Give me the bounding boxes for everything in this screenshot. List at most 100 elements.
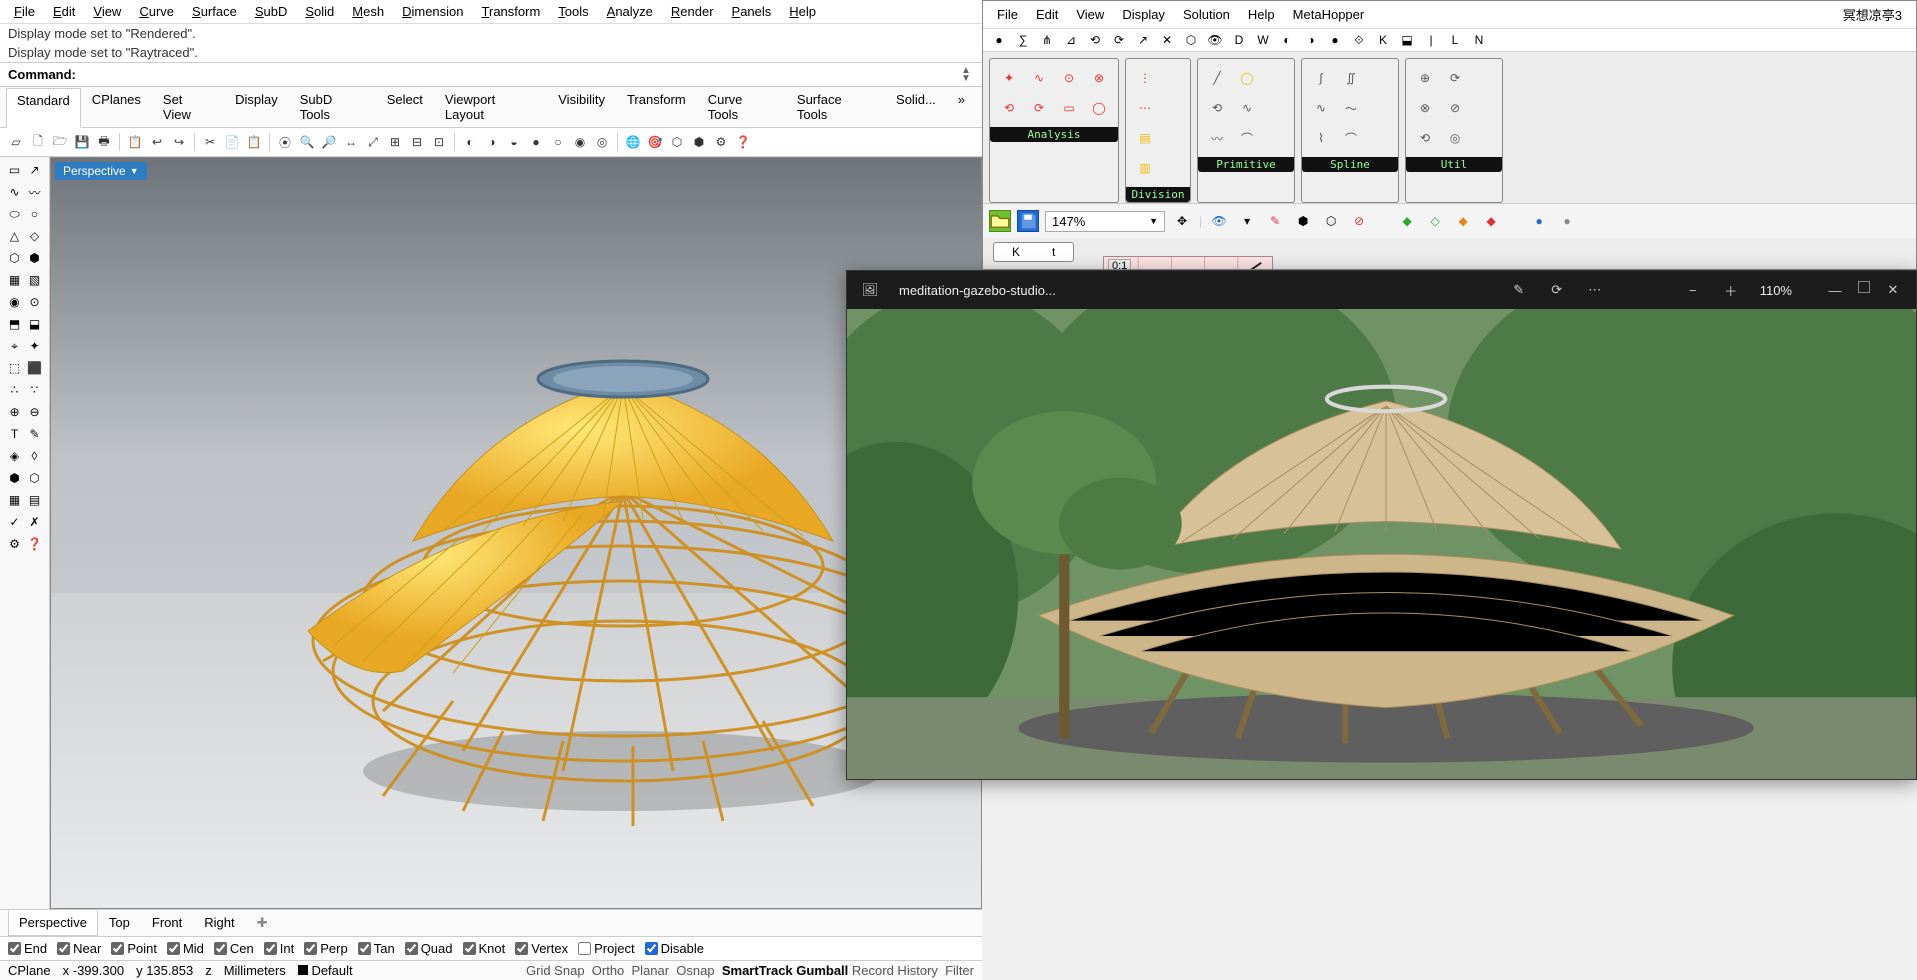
toolbar-icon[interactable]: 📄 (222, 132, 242, 152)
toolbar-icon[interactable]: ▱ (6, 132, 26, 152)
tool-icon[interactable]: ⬚ (6, 359, 24, 377)
tool-icon[interactable]: ✎ (26, 425, 44, 443)
tool-icon[interactable]: ✓ (6, 513, 24, 531)
gh-menu-solution[interactable]: Solution (1175, 5, 1238, 24)
osnap-point[interactable]: Point (111, 941, 157, 956)
maximize-icon[interactable] (1858, 281, 1870, 293)
toolbar-tab-display[interactable]: Display (224, 87, 289, 127)
gh-component-icon[interactable]: ✦ (996, 65, 1022, 91)
toolbar-icon[interactable]: ⊞ (385, 132, 405, 152)
toolbar-icon[interactable]: 💾 (72, 132, 92, 152)
gh-canvas[interactable]: Kt Range 0:1 Remap Numbers (983, 238, 1916, 269)
gh-category-icon[interactable]: ⟲ (1085, 31, 1105, 49)
tool-icon[interactable]: ⬓ (26, 315, 44, 333)
toolbar-icon[interactable]: ❓ (733, 132, 753, 152)
gh-zoom-combo[interactable]: 147%▼ (1045, 211, 1165, 232)
viewport-tab-perspective[interactable]: Perspective (8, 910, 98, 936)
toolbar-icon[interactable]: 🔎 (319, 132, 339, 152)
tool-icon[interactable]: ⬛ (26, 359, 44, 377)
more-icon[interactable]: ⋯ (1586, 281, 1604, 299)
toolbar-icon[interactable]: ◎ (592, 132, 612, 152)
toolbar-tab-surface-tools[interactable]: Surface Tools (786, 87, 885, 127)
minimize-icon[interactable]: ― (1826, 281, 1844, 299)
osnap-cen[interactable]: Cen (214, 941, 254, 956)
gh-category-icon[interactable]: ∑ (1013, 31, 1033, 49)
toolbar-icon[interactable]: ⚙ (711, 132, 731, 152)
gh-component-icon[interactable]: ⊗ (1412, 95, 1438, 121)
tool-icon[interactable]: ✦ (26, 337, 44, 355)
status-units[interactable]: Millimeters (224, 963, 286, 978)
tool-icon[interactable]: ⊕ (6, 403, 24, 421)
menu-view[interactable]: View (85, 2, 129, 21)
tool-icon[interactable]: ∿ (6, 183, 24, 201)
menu-mesh[interactable]: Mesh (344, 2, 392, 21)
osnap-quad[interactable]: Quad (405, 941, 453, 956)
gh-component-icon[interactable]: ⊙ (1056, 65, 1082, 91)
tool-icon[interactable]: ✗ (26, 513, 44, 531)
tool-icon[interactable]: T (6, 425, 24, 443)
tool-icon[interactable]: ⬡ (6, 249, 24, 267)
gh-menu-file[interactable]: File (989, 5, 1026, 24)
osnap-mid[interactable]: Mid (167, 941, 204, 956)
menu-dimension[interactable]: Dimension (394, 2, 471, 21)
gh-category-icon[interactable]: ↗ (1133, 31, 1153, 49)
toolbar-icon[interactable]: 🗋 (28, 132, 48, 152)
gh-component-icon[interactable]: ⌒ (1338, 125, 1364, 151)
tool-icon[interactable]: ⚙ (6, 535, 24, 553)
gh-component-icon[interactable]: ⌒ (1234, 125, 1260, 151)
disable-icon[interactable]: ⬡ (1320, 210, 1342, 232)
tool-icon[interactable]: ▭ (6, 161, 24, 179)
preview-icon[interactable]: 👁 (1208, 210, 1230, 232)
command-line[interactable]: Command: ▲▼ (0, 62, 982, 87)
toolbar-icon[interactable]: ↪ (169, 132, 189, 152)
tool-icon[interactable]: ◈ (6, 447, 24, 465)
tool-icon[interactable]: ⬢ (26, 249, 44, 267)
gh-menu-metahopper[interactable]: MetaHopper (1285, 5, 1373, 24)
toolbar-icon[interactable]: 🌐 (623, 132, 643, 152)
photos-titlebar[interactable]: 🖼 meditation-gazebo-studio... ✎ ⟳ ⋯ − ＋ … (847, 271, 1916, 309)
gh-component-icon[interactable]: ⊗ (1086, 65, 1112, 91)
tool-icon[interactable]: ⊖ (26, 403, 44, 421)
status-toggles[interactable]: Grid Snap Ortho Planar Osnap SmartTrack … (526, 963, 974, 978)
gh-component-icon[interactable]: ⊕ (1412, 65, 1438, 91)
gh-component-icon[interactable]: ∬ (1338, 65, 1364, 91)
viewport-tab-right[interactable]: Right (193, 910, 245, 936)
gh-component-icon[interactable]: ╱ (1204, 65, 1230, 91)
red-cube-icon[interactable]: ◆ (1480, 210, 1502, 232)
rotate-icon[interactable]: ⟳ (1548, 281, 1566, 299)
osnap-project[interactable]: Project (578, 941, 634, 956)
toolbar-icon[interactable]: 🖶 (94, 132, 114, 152)
toolbar-icon[interactable]: ⊟ (407, 132, 427, 152)
toolbar-icon[interactable]: ↩ (147, 132, 167, 152)
tool-icon[interactable]: ⬢ (6, 469, 24, 487)
menu-help[interactable]: Help (781, 2, 824, 21)
menu-surface[interactable]: Surface (184, 2, 245, 21)
tool-icon[interactable]: ○ (26, 205, 44, 223)
tool-icon[interactable]: ▤ (26, 491, 44, 509)
gh-menu-edit[interactable]: Edit (1028, 5, 1066, 24)
gh-category-icon[interactable]: W (1253, 31, 1273, 49)
gh-component-icon[interactable]: ∿ (1026, 65, 1052, 91)
gh-component-icon[interactable]: 〜 (1338, 95, 1364, 121)
gh-category-icon[interactable]: | (1421, 31, 1441, 49)
toolbar-tab-standard[interactable]: Standard (6, 88, 81, 128)
gh-category-icon[interactable]: ⟐ (1349, 31, 1369, 49)
tool-icon[interactable]: ⌖ (6, 337, 24, 355)
toolbar-icon[interactable]: 📋 (244, 132, 264, 152)
green-cube2-icon[interactable]: ◇ (1424, 210, 1446, 232)
gh-component-icon[interactable]: ⟲ (1204, 95, 1230, 121)
photos-image[interactable] (847, 309, 1916, 779)
osnap-tan[interactable]: Tan (358, 941, 395, 956)
menu-analyze[interactable]: Analyze (599, 2, 661, 21)
toolbar-icon[interactable]: ● (526, 132, 546, 152)
tool-icon[interactable]: ▧ (26, 271, 44, 289)
gh-component-icon[interactable]: ∿ (1234, 95, 1260, 121)
toolbar-icon[interactable]: ⊡ (429, 132, 449, 152)
green-cube-icon[interactable]: ◆ (1396, 210, 1418, 232)
gh-component-icon[interactable]: ⟳ (1442, 65, 1468, 91)
tool-icon[interactable]: ❓ (26, 535, 44, 553)
perspective-viewport[interactable]: Perspective ▼ (50, 157, 982, 909)
blue-sphere-icon[interactable]: ● (1528, 210, 1550, 232)
photos-zoom[interactable]: 110% (1760, 283, 1792, 298)
gh-category-icon[interactable]: ⊿ (1061, 31, 1081, 49)
